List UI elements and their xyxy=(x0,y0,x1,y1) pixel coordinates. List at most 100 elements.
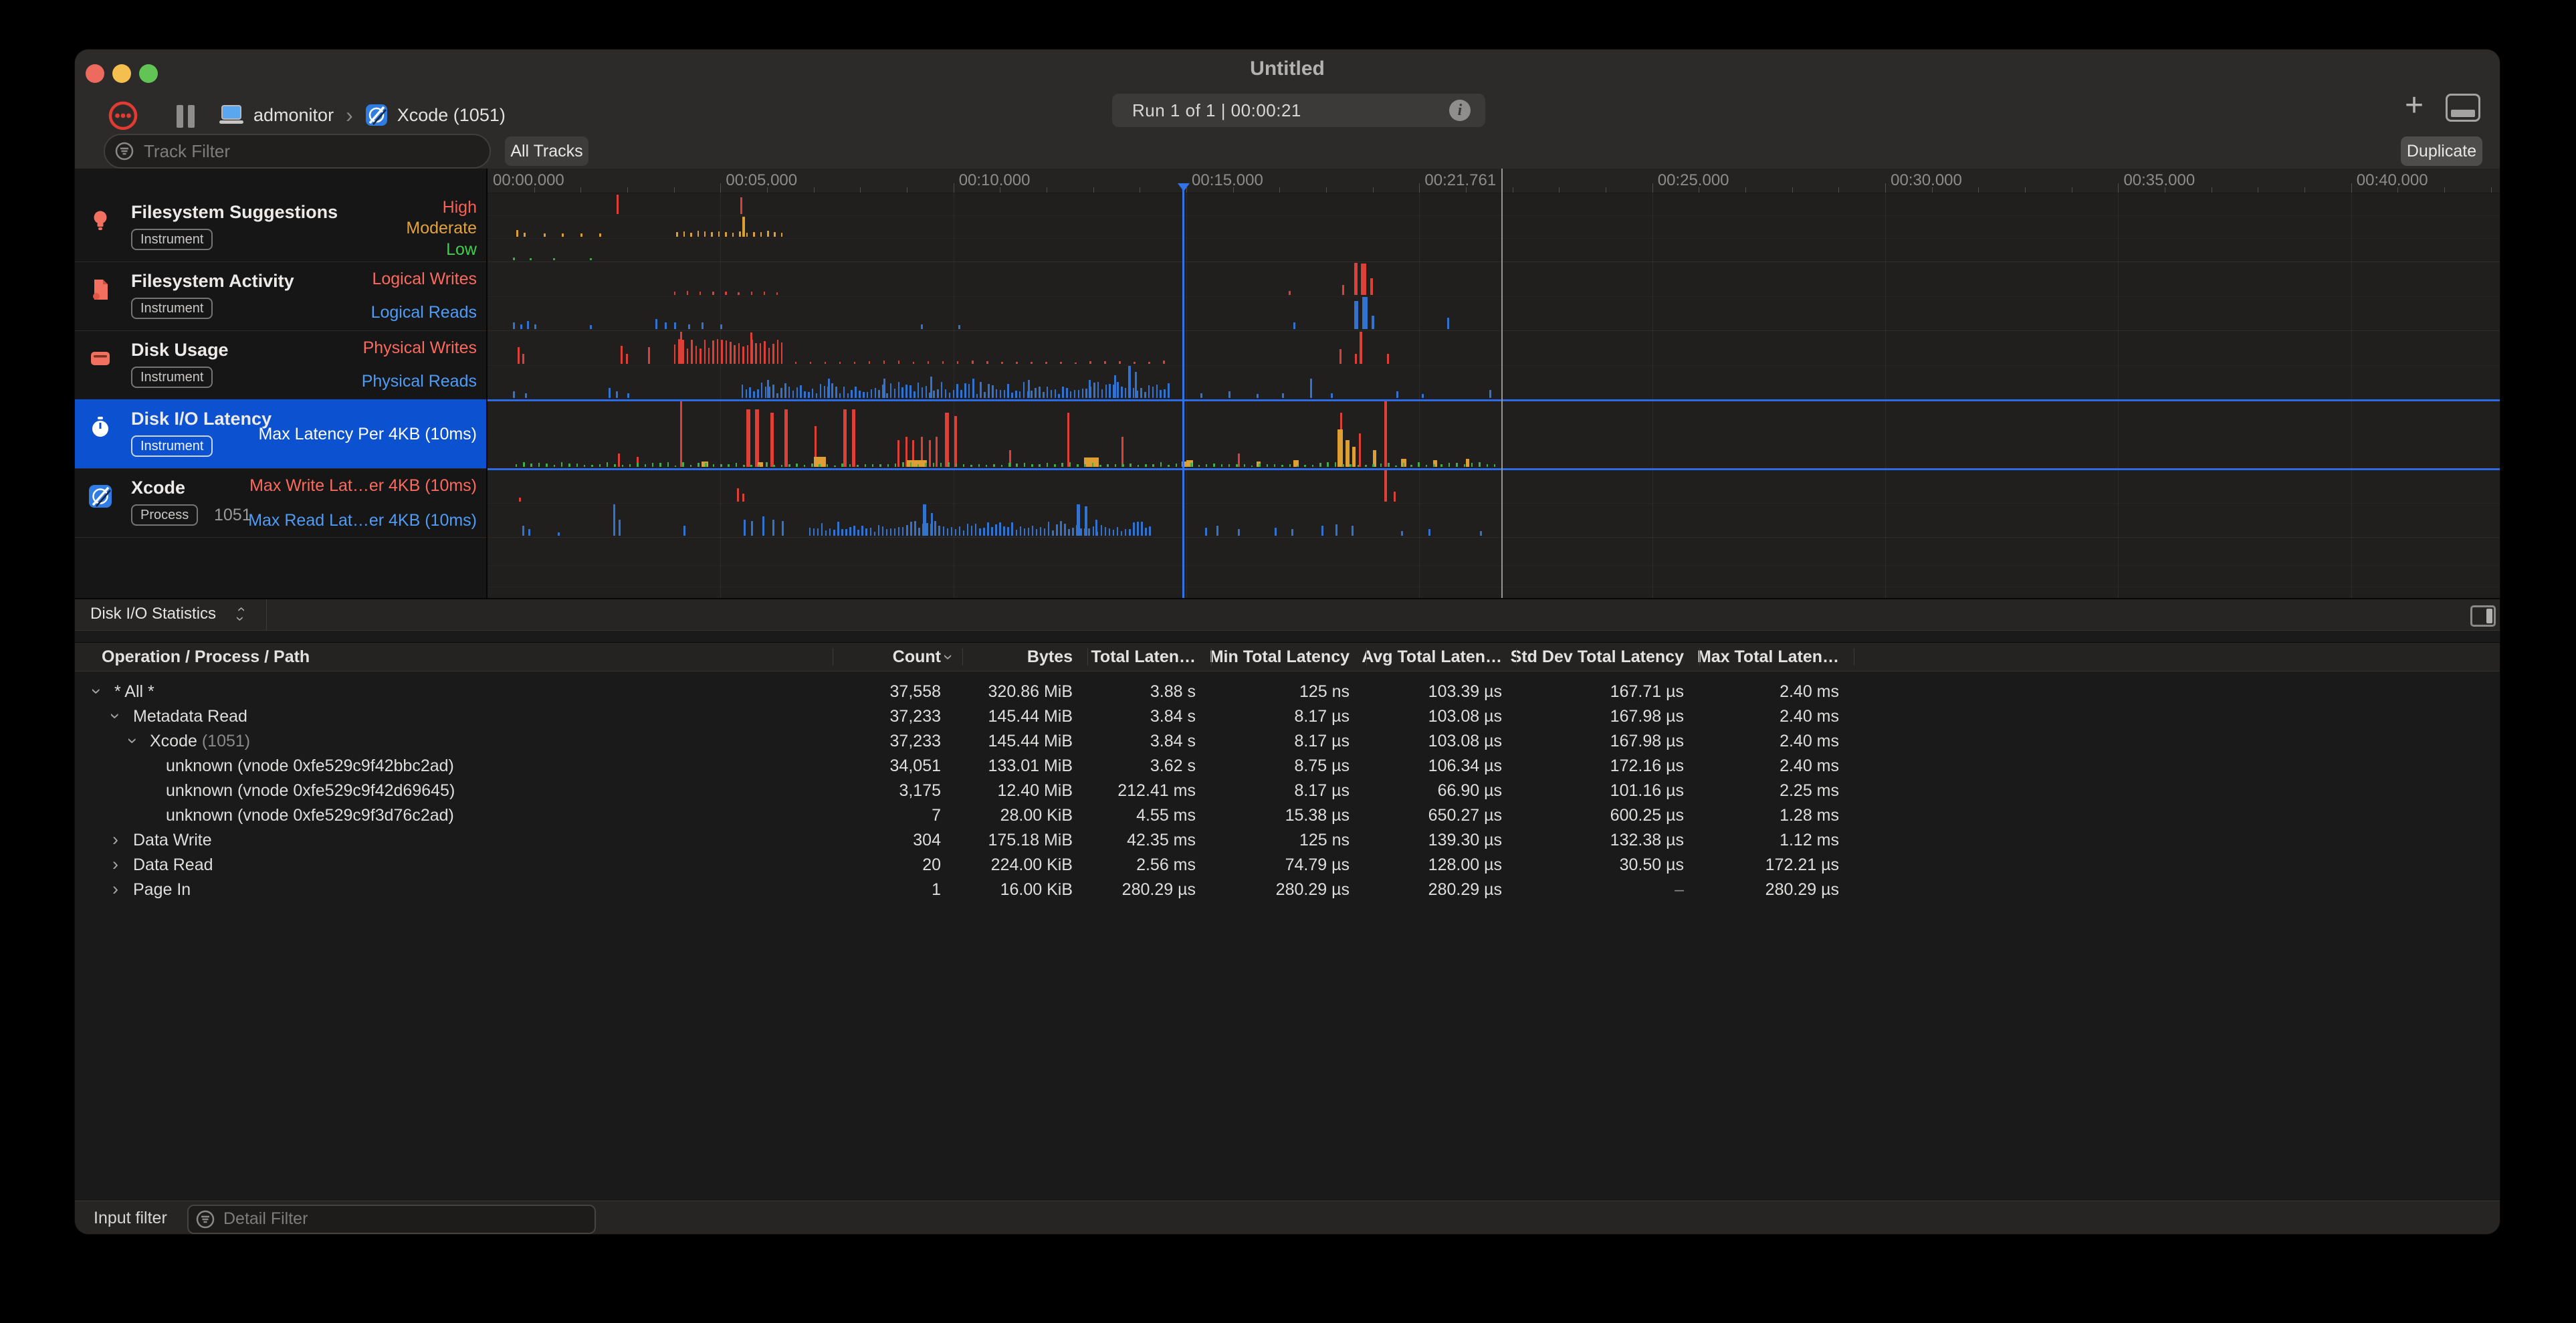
add-instrument-button[interactable]: + xyxy=(2395,87,2433,124)
column-header[interactable]: Avg Total Laten… xyxy=(1362,647,1502,667)
column-divider[interactable] xyxy=(1087,648,1088,666)
disclosure-triangle[interactable]: › xyxy=(105,713,126,719)
chart-bar xyxy=(1113,530,1115,536)
run-info-pill[interactable]: Run 1 of 1 | 00:00:21 i xyxy=(1112,94,1485,127)
chart-bar xyxy=(1342,285,1344,295)
chart-bar xyxy=(1350,464,1352,468)
chart-bar xyxy=(761,383,763,398)
table-row[interactable]: unknown (vnode 0xfe529c9f42bbc2ad)34,051… xyxy=(75,754,2500,779)
toggle-bottom-panel-button[interactable] xyxy=(2446,94,2480,122)
column-divider[interactable] xyxy=(962,648,963,666)
run-end-marker xyxy=(1501,169,1503,598)
column-header[interactable]: Total Laten… xyxy=(1091,647,1196,667)
column-divider[interactable] xyxy=(1366,648,1367,666)
series-label-high: High xyxy=(443,198,477,217)
divider xyxy=(266,599,267,630)
pause-icon[interactable] xyxy=(177,105,183,128)
column-header[interactable]: Bytes xyxy=(1027,647,1073,667)
table-row[interactable]: unknown (vnode 0xfe529c9f3d76c2ad)728.00… xyxy=(75,803,2500,828)
chart-bar xyxy=(1422,394,1424,398)
breadcrumb-device[interactable]: admonitor xyxy=(253,105,334,126)
row-label: * All * xyxy=(114,682,154,702)
breadcrumb-target[interactable]: Xcode (1051) xyxy=(397,105,506,126)
chart-bar xyxy=(976,394,978,398)
chart-bar xyxy=(1418,462,1420,467)
detail-filter-input[interactable]: Detail Filter xyxy=(187,1205,596,1234)
track-row-filesystem-suggestions[interactable]: Filesystem Suggestions Instrument High M… xyxy=(75,193,486,262)
table-row[interactable]: unknown (vnode 0xfe529c9f42d69645)3,1751… xyxy=(75,779,2500,803)
cell-value: 280.29 µs xyxy=(1765,880,1839,900)
inspection-head-handle[interactable] xyxy=(1178,183,1190,191)
column-header-operation[interactable]: Operation / Process / Path xyxy=(102,647,310,667)
column-divider[interactable] xyxy=(1516,648,1517,666)
chart-bar xyxy=(755,343,757,364)
xcode-app-icon xyxy=(365,104,388,126)
sort-indicator-icon[interactable]: › xyxy=(938,654,959,660)
chart-bar xyxy=(1031,464,1033,467)
track-row-filesystem-activity[interactable]: Filesystem Activity Instrument Logical W… xyxy=(75,262,486,331)
table-row[interactable]: ›Data Read20224.00 KiB2.56 ms74.79 µs128… xyxy=(75,853,2500,878)
chart-bar xyxy=(1040,527,1042,536)
chart-bar xyxy=(734,345,736,364)
chart-bar xyxy=(993,464,995,467)
disclosure-triangle[interactable]: › xyxy=(112,854,118,875)
detail-view-selector[interactable]: Disk I/O Statistics xyxy=(90,605,216,623)
chart-bar xyxy=(1117,527,1119,536)
disclosure-triangle[interactable]: › xyxy=(112,829,118,850)
chart-bar xyxy=(1312,465,1314,467)
column-divider[interactable] xyxy=(1211,648,1212,666)
duplicate-button[interactable]: Duplicate xyxy=(2401,136,2482,166)
column-header[interactable]: Max Total Laten… xyxy=(1697,647,1839,667)
chart-bar xyxy=(910,522,912,536)
chart-bar xyxy=(590,325,592,329)
toggle-inspector-panel-button[interactable] xyxy=(2470,605,2496,627)
all-tracks-button[interactable]: All Tracks xyxy=(505,136,588,166)
table-row[interactable]: ›Data Write304175.18 MiB42.35 ms125 ns13… xyxy=(75,828,2500,853)
chart-bar xyxy=(1121,387,1123,398)
table-row[interactable]: ›Metadata Read37,233145.44 MiB3.84 s8.17… xyxy=(75,704,2500,729)
column-header[interactable]: Std Dev Total Latency xyxy=(1511,647,1684,667)
inspection-head[interactable] xyxy=(1182,186,1184,598)
track-row-xcode-process[interactable]: Xcode Process 1051 Max Write Lat…er 4KB … xyxy=(75,468,486,538)
chevron-up-down-icon[interactable]: ›› xyxy=(238,603,251,626)
disclosure-triangle[interactable]: › xyxy=(122,738,143,744)
filter-icon xyxy=(114,141,134,165)
chart-bar xyxy=(909,385,911,398)
table-row[interactable]: ›Page In116.00 KiB280.29 µs280.29 µs280.… xyxy=(75,878,2500,902)
chart-bar xyxy=(1144,392,1146,398)
chart-bar xyxy=(1136,391,1138,398)
column-divider[interactable] xyxy=(1699,648,1700,666)
chart-bar xyxy=(534,324,536,329)
chart-bar xyxy=(757,389,759,398)
chart-bar xyxy=(972,361,974,364)
chart-bar xyxy=(934,521,936,536)
table-row[interactable]: ›* All *37,558320.86 MiB3.88 s125 ns103.… xyxy=(75,680,2500,704)
pause-icon[interactable] xyxy=(188,105,195,128)
chart-bar xyxy=(1395,466,1397,468)
table-row[interactable]: ›Xcode (1051)37,233145.44 MiB3.84 s8.17 … xyxy=(75,729,2500,754)
detail-pane: Disk I/O Statistics ›› Operation / Proce… xyxy=(75,598,2500,1202)
chart-bar xyxy=(1064,524,1066,536)
disclosure-triangle[interactable]: › xyxy=(86,688,107,694)
chart-bar xyxy=(1011,393,1013,398)
chart-bar xyxy=(865,528,867,536)
track-row-disk-usage[interactable]: Disk Usage Instrument Physical Writes Ph… xyxy=(75,330,486,400)
chart-bar xyxy=(925,463,927,467)
disclosure-triangle[interactable]: › xyxy=(112,879,118,900)
chart-bar xyxy=(951,527,953,536)
column-header[interactable]: Min Total Latency xyxy=(1210,647,1350,667)
chart-bar xyxy=(773,465,775,467)
track-row-disk-io-latency[interactable]: Disk I/O Latency Instrument Max Latency … xyxy=(75,399,486,469)
info-icon[interactable]: i xyxy=(1449,100,1471,121)
cell-value: 139.30 µs xyxy=(1428,831,1502,850)
record-button[interactable] xyxy=(108,100,138,131)
timeline-chart-surface[interactable]: 00:00.00000:05.00000:10.00000:15.00000:2… xyxy=(488,169,2500,598)
cell-value: 30.50 µs xyxy=(1620,855,1684,875)
track-title: Disk Usage xyxy=(131,340,229,361)
cell-value: 167.98 µs xyxy=(1610,707,1684,726)
chart-bar xyxy=(1035,388,1037,398)
chart-bar xyxy=(1109,384,1111,398)
column-header[interactable]: Count xyxy=(893,647,941,667)
track-filter-input[interactable]: Track Filter xyxy=(104,134,491,169)
chart-bar xyxy=(629,464,631,467)
